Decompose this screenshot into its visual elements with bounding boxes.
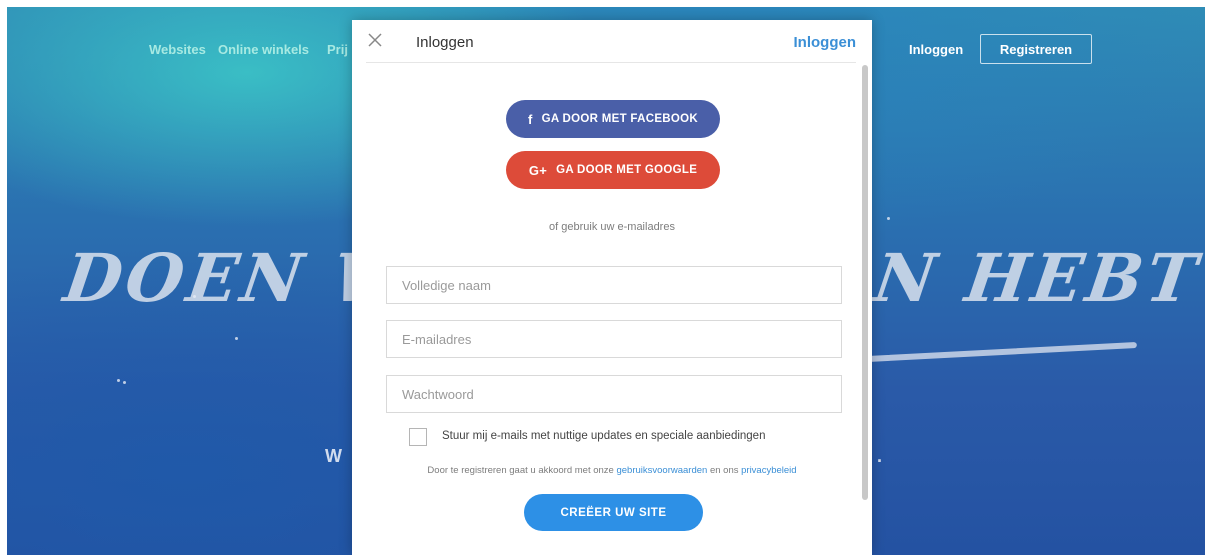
terms-of-use-link[interactable]: gebruiksvoorwaarden: [616, 465, 707, 476]
scrollbar-thumb[interactable]: [862, 65, 868, 500]
paint-speck: [117, 379, 120, 382]
or-divider-text: of gebruik uw e-mailadres: [549, 221, 675, 233]
terms-text: Door te registreren gaat u akkoord met o…: [352, 465, 872, 476]
hero-subtitle-right: .: [877, 446, 883, 466]
full-name-input[interactable]: [386, 266, 842, 304]
hero-headline-right: N HEBT: [869, 239, 1205, 317]
brush-stroke: [867, 341, 1137, 363]
create-site-button[interactable]: CREËER UW SITE: [524, 494, 703, 531]
nav-register-button[interactable]: Registreren: [980, 34, 1092, 64]
facebook-button-label: GA DOOR MET FACEBOOK: [541, 113, 698, 125]
close-icon[interactable]: [366, 31, 384, 49]
header-divider: [366, 62, 856, 63]
terms-middle: en ons: [709, 465, 739, 476]
hero-subtitle-left: W: [325, 446, 342, 466]
paint-speck: [235, 337, 238, 340]
terms-prefix: Door te registreren gaat u akkoord met o…: [427, 465, 614, 476]
facebook-login-button[interactable]: f GA DOOR MET FACEBOOK: [506, 100, 720, 138]
google-plus-icon: G+: [528, 162, 548, 178]
newsletter-label: Stuur mij e-mails met nuttige updates en…: [442, 430, 766, 442]
paint-speck: [123, 381, 126, 384]
nav-login-link[interactable]: Inloggen: [909, 42, 963, 57]
modal-title: Inloggen: [416, 34, 474, 51]
nav-link-online-winkels[interactable]: Online winkels: [218, 42, 309, 57]
newsletter-checkbox[interactable]: [409, 428, 427, 446]
password-input[interactable]: [386, 375, 842, 413]
privacy-policy-link[interactable]: privacybeleid: [741, 465, 796, 476]
modal-header: Inloggen Inloggen: [352, 20, 872, 62]
signup-modal: Inloggen Inloggen f GA DOOR MET FACEBOOK…: [352, 20, 872, 555]
google-login-button[interactable]: G+ GA DOOR MET GOOGLE: [506, 151, 720, 189]
paint-speck: [887, 217, 890, 220]
nav-link-prijzen[interactable]: Prij: [327, 42, 348, 57]
facebook-icon: f: [528, 111, 533, 127]
nav-link-websites[interactable]: Websites: [149, 42, 206, 57]
email-input[interactable]: [386, 320, 842, 358]
header-login-link[interactable]: Inloggen: [794, 34, 857, 51]
paint-speck: [193, 295, 196, 298]
google-button-label: GA DOOR MET GOOGLE: [556, 164, 698, 176]
